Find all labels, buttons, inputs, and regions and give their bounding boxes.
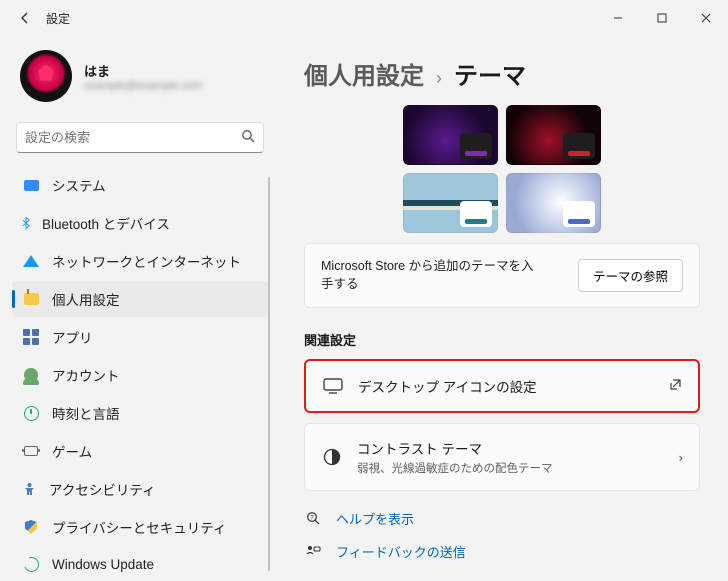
sidebar-item-label: 個人用設定 [52, 289, 120, 309]
related-settings-heading: 関連設定 [304, 330, 700, 349]
theme-thumbnail[interactable] [506, 173, 601, 233]
sidebar-item-label: アカウント [52, 365, 120, 385]
theme-thumbnail[interactable] [403, 173, 498, 233]
sidebar-item-bluetooth[interactable]: Bluetooth とデバイス [12, 205, 268, 241]
monitor-icon [322, 375, 344, 397]
sidebar-item-gaming[interactable]: ゲーム [12, 433, 268, 469]
feedback-icon [304, 544, 322, 559]
sidebar-item-label: Windows Update [52, 557, 154, 572]
sidebar-item-network[interactable]: ネットワークとインターネット [12, 243, 268, 279]
accessibility-icon [22, 482, 37, 497]
link-label: ヘルプを表示 [336, 509, 414, 528]
sidebar-item-personalization[interactable]: 個人用設定 [12, 281, 268, 317]
card-subtitle: 弱視、光線過敏症のための配色テーマ [357, 460, 665, 476]
gamepad-icon [22, 442, 40, 460]
maximize-button[interactable] [640, 0, 684, 36]
sidebar-item-apps[interactable]: アプリ [12, 319, 268, 355]
sidebar-item-label: アプリ [52, 327, 93, 347]
back-button[interactable] [18, 11, 32, 25]
contrast-icon [321, 446, 343, 468]
help-icon: ? [304, 511, 322, 526]
theme-thumbnail[interactable] [506, 105, 601, 165]
contrast-theme-card[interactable]: コントラスト テーマ 弱視、光線過敏症のための配色テーマ › [304, 423, 700, 491]
minimize-button[interactable] [596, 0, 640, 36]
sidebar-item-time-language[interactable]: 時刻と言語 [12, 395, 268, 431]
sidebar-item-label: ゲーム [52, 441, 92, 461]
theme-thumbnail[interactable] [403, 105, 498, 165]
search-input[interactable] [25, 130, 241, 145]
sidebar-item-update[interactable]: Windows Update [12, 547, 268, 581]
sidebar-item-label: 時刻と言語 [52, 403, 120, 423]
sidebar-item-accessibility[interactable]: アクセシビリティ [12, 471, 268, 507]
clock-icon [22, 404, 40, 422]
system-icon [22, 176, 40, 194]
shield-icon [22, 518, 40, 536]
apps-icon [22, 328, 40, 346]
chevron-right-icon: › [679, 450, 683, 465]
sidebar-item-label: システム [52, 175, 106, 195]
wifi-icon [22, 252, 40, 270]
chevron-right-icon: › [436, 68, 442, 89]
avatar [20, 50, 72, 102]
user-block[interactable]: はま example@example.com [12, 42, 268, 118]
store-bar: Microsoft Store から追加のテーマを入手する テーマの参照 [304, 243, 700, 308]
feedback-link[interactable]: フィードバックの送信 [304, 542, 700, 561]
search-box[interactable] [16, 122, 264, 153]
user-name: はま [84, 61, 202, 80]
external-link-icon [669, 378, 682, 394]
update-icon [22, 555, 40, 573]
close-button[interactable] [684, 0, 728, 36]
breadcrumb-parent[interactable]: 個人用設定 [304, 56, 424, 91]
sidebar-item-accounts[interactable]: アカウント [12, 357, 268, 393]
desktop-icon-settings-card[interactable]: デスクトップ アイコンの設定 [304, 359, 700, 413]
browse-themes-button[interactable]: テーマの参照 [578, 259, 683, 292]
person-icon [22, 366, 40, 384]
store-text: Microsoft Store から追加のテーマを入手する [321, 258, 541, 293]
sidebar-item-label: アクセシビリティ [49, 479, 156, 499]
card-title: コントラスト テーマ [357, 438, 665, 458]
breadcrumb: 個人用設定 › テーマ [304, 56, 700, 91]
sidebar-item-system[interactable]: システム [12, 167, 268, 203]
link-label: フィードバックの送信 [336, 542, 466, 561]
brush-icon [22, 290, 40, 308]
page-title: テーマ [454, 56, 526, 91]
help-link[interactable]: ? ヘルプを表示 [304, 509, 700, 528]
sidebar-item-label: ネットワークとインターネット [52, 251, 241, 271]
search-icon [241, 129, 255, 146]
user-email: example@example.com [84, 80, 202, 92]
sidebar-item-label: プライバシーとセキュリティ [52, 517, 226, 537]
sidebar-item-privacy[interactable]: プライバシーとセキュリティ [12, 509, 268, 545]
card-title: デスクトップ アイコンの設定 [358, 376, 655, 396]
window-title: 設定 [46, 10, 70, 27]
sidebar-item-label: Bluetooth とデバイス [42, 213, 170, 233]
bluetooth-icon [22, 216, 30, 230]
